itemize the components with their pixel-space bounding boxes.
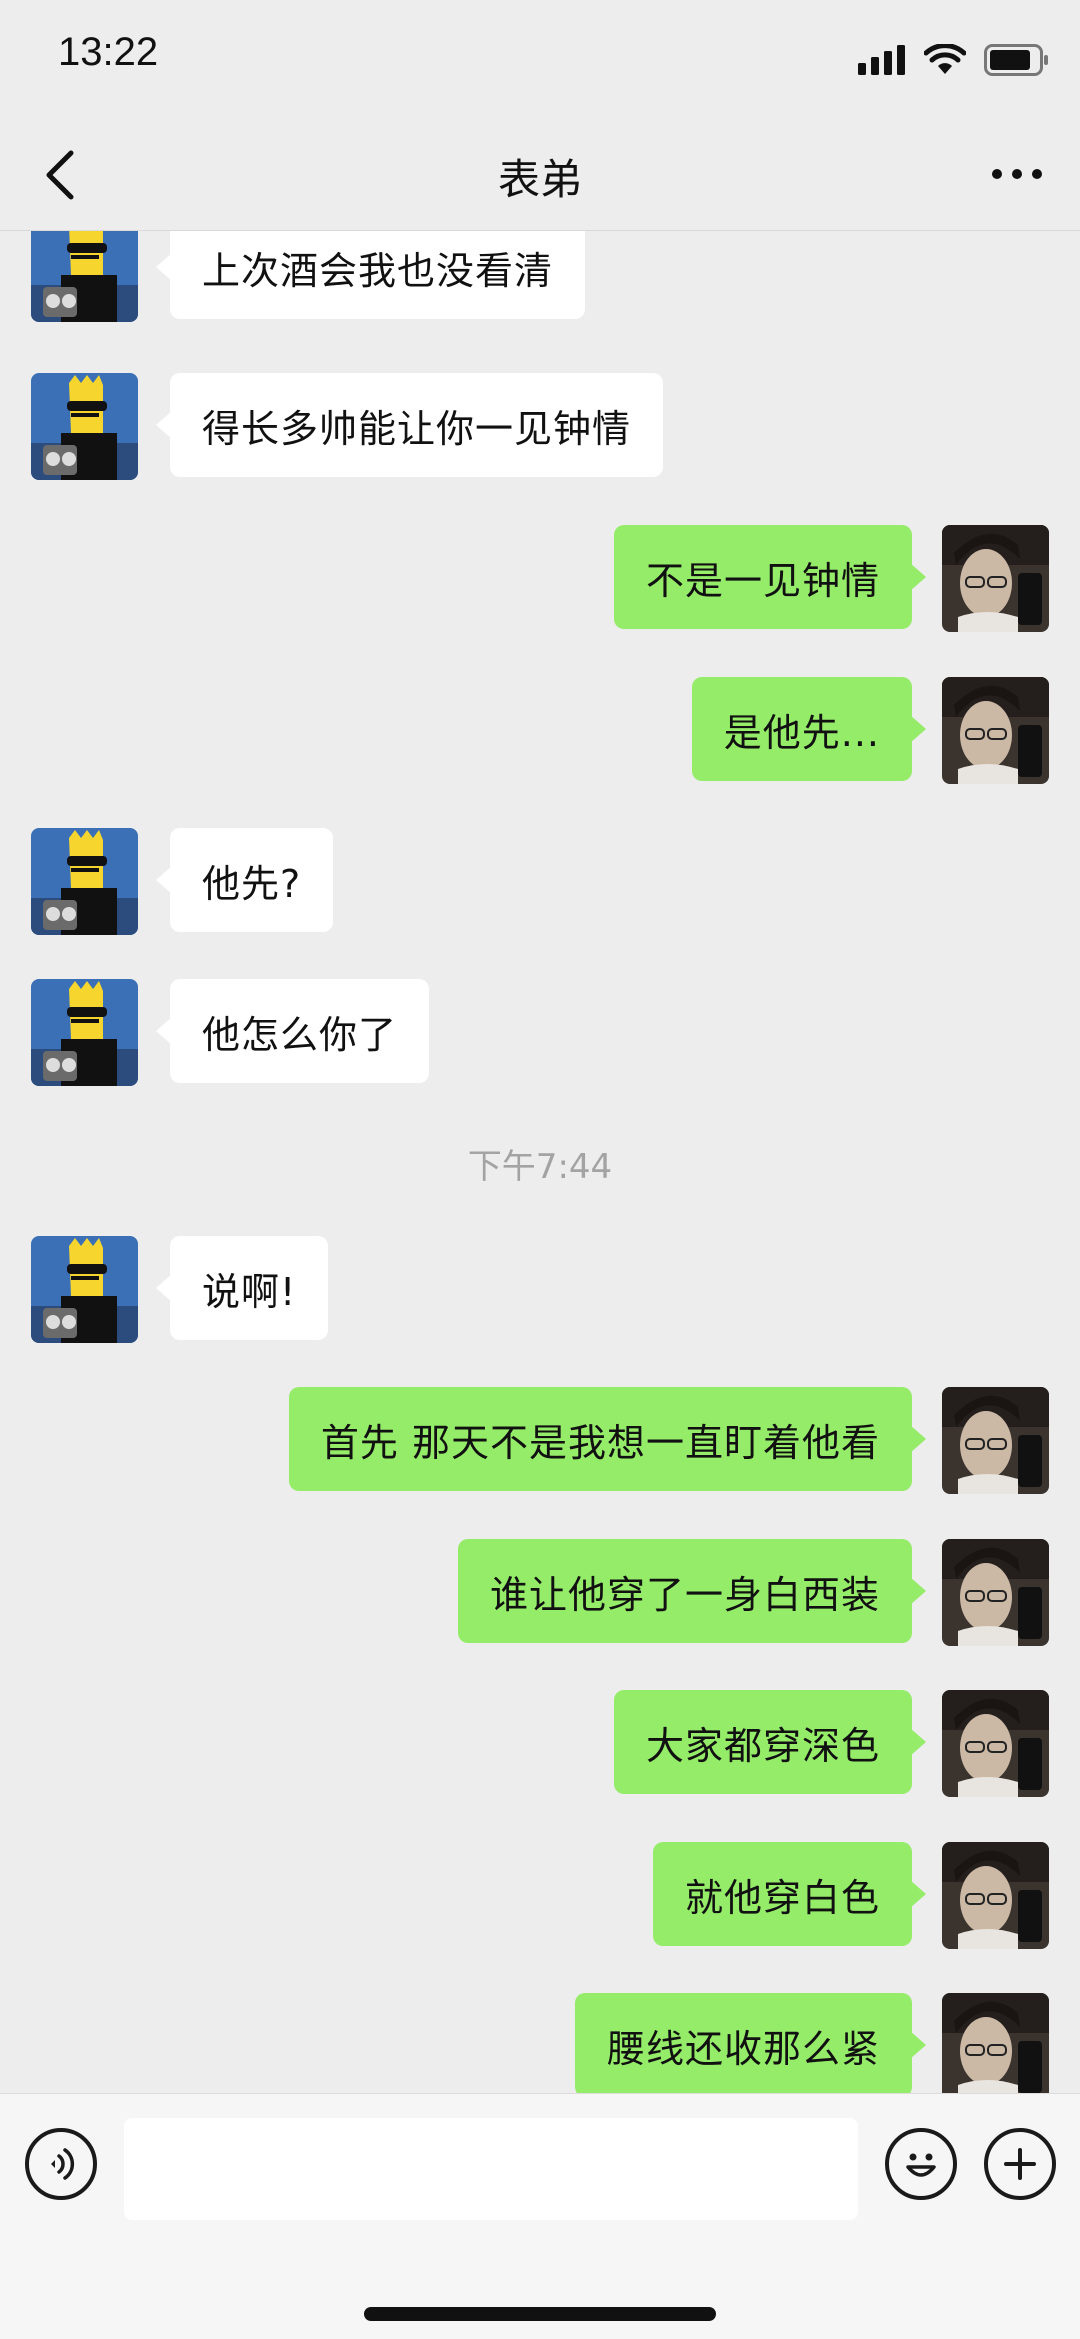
plus-button[interactable]: [984, 2128, 1056, 2200]
message-bubble[interactable]: 腰线还收那么紧: [574, 1993, 927, 2093]
contact-avatar[interactable]: [31, 373, 138, 480]
message-row: 不是一见钟情: [0, 525, 1080, 631]
emoji-button[interactable]: [885, 2128, 957, 2200]
message-bubble[interactable]: 谁让他穿了一身白西装: [457, 1539, 927, 1643]
more-button[interactable]: [982, 144, 1052, 204]
my-avatar[interactable]: [942, 525, 1049, 632]
message-row: 上次酒会我也没看清: [0, 231, 1080, 321]
voice-icon: [51, 2148, 75, 2180]
my-avatar[interactable]: [942, 1993, 1049, 2093]
message-row: 说啊!: [0, 1236, 1080, 1342]
message-bubble[interactable]: 说啊!: [155, 1236, 329, 1340]
message-bubble[interactable]: 他先?: [155, 828, 334, 932]
nav-bar: 表弟: [0, 120, 1080, 231]
message-bubble[interactable]: 是他先...: [691, 677, 927, 781]
message-row: 腰线还收那么紧: [0, 1993, 1080, 2093]
chat-title: 表弟: [497, 155, 582, 204]
input-bar: [0, 2093, 1080, 2339]
my-avatar[interactable]: [942, 677, 1049, 784]
contact-avatar[interactable]: [31, 231, 138, 322]
message-bubble[interactable]: 得长多帅能让你一见钟情: [155, 373, 664, 477]
message-bubble[interactable]: 不是一见钟情: [613, 525, 927, 629]
contact-avatar[interactable]: [31, 828, 138, 935]
message-bubble[interactable]: 就他穿白色: [652, 1842, 927, 1946]
home-indicator[interactable]: [364, 2307, 716, 2321]
more-dots-icon: [992, 169, 1042, 179]
my-avatar[interactable]: [942, 1842, 1049, 1949]
message-row: 首先 那天不是我想一直盯着他看: [0, 1387, 1080, 1493]
message-bubble[interactable]: 首先 那天不是我想一直盯着他看: [288, 1387, 927, 1491]
message-row: 大家都穿深色: [0, 1690, 1080, 1796]
message-row: 谁让他穿了一身白西装: [0, 1539, 1080, 1645]
contact-avatar[interactable]: [31, 979, 138, 1086]
message-input[interactable]: [124, 2118, 858, 2220]
emoji-icon: [906, 2153, 936, 2177]
chat-timestamp: 下午7:44: [467, 1147, 613, 1187]
message-row: 得长多帅能让你一见钟情: [0, 373, 1080, 479]
message-row: 是他先...: [0, 677, 1080, 783]
wifi-icon: [924, 44, 966, 74]
message-row: 他怎么你了: [0, 979, 1080, 1085]
my-avatar[interactable]: [942, 1539, 1049, 1646]
chat-area[interactable]: 上次酒会我也没看清 得长多帅能让你一见钟情 不是一见钟情 是他先... 他先? …: [0, 231, 1080, 2093]
message-bubble[interactable]: 上次酒会我也没看清: [155, 231, 586, 319]
message-bubble[interactable]: 他怎么你了: [155, 979, 430, 1083]
message-row: 就他穿白色: [0, 1842, 1080, 1948]
status-bar: 13:22: [0, 0, 1080, 120]
contact-avatar[interactable]: [31, 1236, 138, 1343]
status-icons: [858, 40, 1050, 80]
my-avatar[interactable]: [942, 1387, 1049, 1494]
status-time: 13:22: [58, 30, 159, 74]
battery-icon: [984, 44, 1048, 76]
my-avatar[interactable]: [942, 1690, 1049, 1797]
voice-button[interactable]: [25, 2128, 97, 2200]
plus-icon: [1004, 2148, 1036, 2180]
signal-icon: [858, 45, 905, 75]
message-row: 他先?: [0, 828, 1080, 934]
message-bubble[interactable]: 大家都穿深色: [613, 1690, 927, 1794]
